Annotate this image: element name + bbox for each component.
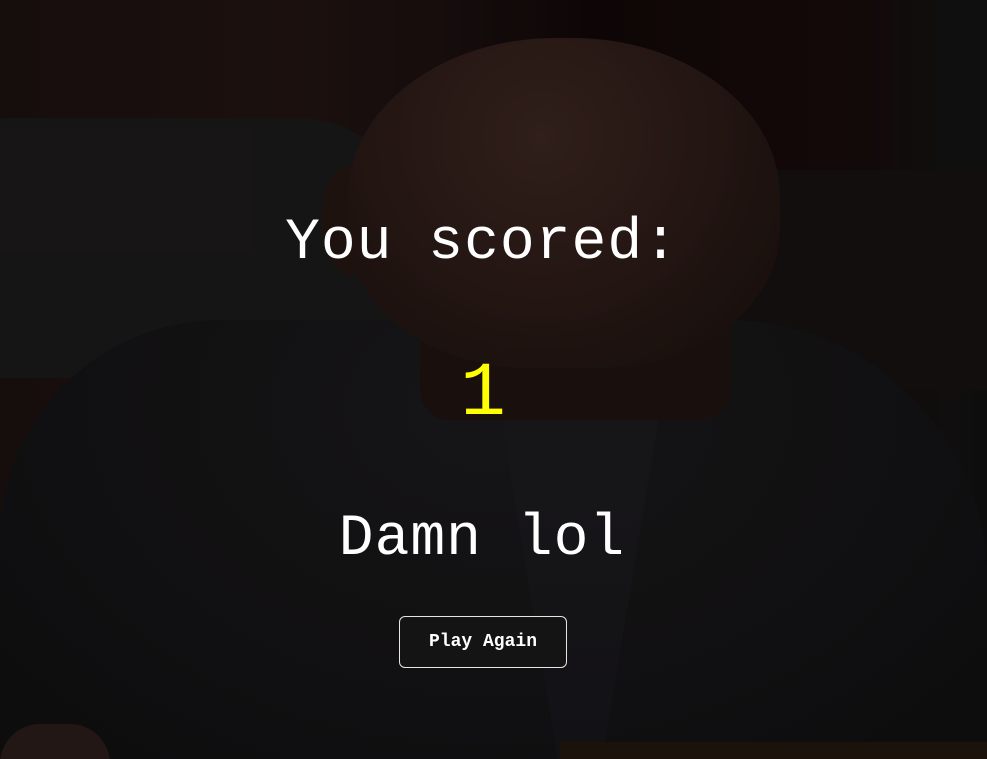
score-screen: You scored: 1 Damn lol Play Again [0,0,987,759]
score-heading: You scored: [285,211,679,276]
result-message: Damn lol [338,507,626,572]
play-again-button[interactable]: Play Again [399,616,567,668]
result-panel: You scored: 1 Damn lol Play Again [0,0,987,759]
score-value: 1 [460,351,506,437]
